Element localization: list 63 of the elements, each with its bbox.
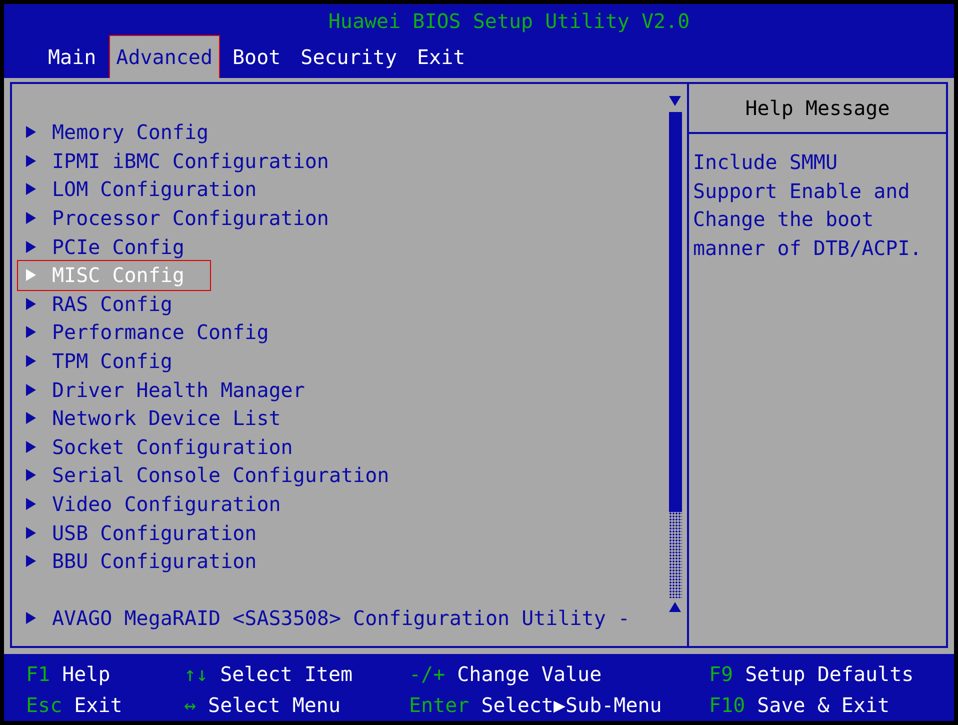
submenu-triangle-icon: [26, 440, 36, 453]
submenu-triangle-icon: [26, 154, 36, 167]
menu-item[interactable]: BBU Configuration: [22, 546, 283, 576]
menu-item[interactable]: LOM Configuration: [22, 175, 283, 204]
menu-tab[interactable]: Security: [294, 36, 403, 78]
help-text: Change the boot: [693, 206, 875, 234]
menu-item[interactable]: Processor Configuration: [22, 204, 355, 232]
key-label: Enter: [409, 692, 470, 718]
key-action: Change Value: [457, 661, 602, 688]
scrollbar[interactable]: [668, 112, 682, 598]
submenu-triangle-icon: [26, 240, 36, 253]
help-text: Include SMMU: [693, 149, 838, 176]
menu-item[interactable]: PCIe Config: [22, 232, 210, 261]
menu-tab[interactable]: Advanced: [110, 36, 218, 78]
key-label: ↔: [184, 692, 196, 718]
key-label: F10: [709, 692, 746, 718]
menu-item[interactable]: Socket Configuration: [22, 432, 319, 462]
submenu-triangle-icon: [26, 412, 36, 424]
submenu-triangle-icon: [26, 612, 36, 624]
help-text: manner of DTB/ACPI.: [693, 234, 923, 262]
menu-item[interactable]: Driver Health Manager: [22, 375, 331, 404]
menu-tab[interactable]: Boot: [226, 36, 287, 78]
menu-tab[interactable]: Main: [42, 36, 102, 78]
submenu-triangle-icon: [26, 555, 36, 568]
menu-tab[interactable]: Exit: [411, 36, 472, 78]
key-action: Select Menu: [208, 692, 340, 718]
key-label: F9: [709, 661, 734, 688]
submenu-triangle-icon: [26, 183, 36, 196]
submenu-triangle-icon: [26, 355, 36, 368]
key-action: Save & Exit: [757, 692, 890, 718]
submenu-triangle-icon: [26, 384, 36, 396]
key-action: Help: [62, 661, 110, 688]
submenu-triangle-icon: [26, 469, 36, 482]
scroll-up-icon[interactable]: [669, 602, 681, 612]
menu-item[interactable]: AVAGO MegaRAID <SAS3508> Configuration Utility -: [22, 604, 656, 632]
submenu-triangle-icon: [26, 526, 36, 539]
key-label: -/+: [409, 661, 446, 688]
key-action: Select Item: [220, 661, 353, 688]
submenu-triangle-icon: [26, 269, 36, 282]
menu-item[interactable]: Performance Config: [22, 318, 295, 347]
scroll-down-icon[interactable]: [669, 96, 681, 106]
window-title: Huawei BIOS Setup Utility V2.0: [328, 8, 690, 34]
submenu-triangle-icon: [26, 126, 36, 138]
key-label: Esc: [26, 692, 62, 718]
key-action: Exit: [74, 692, 122, 718]
submenu-triangle-icon: [26, 498, 36, 510]
menu-item[interactable]: Video Configuration: [22, 490, 307, 518]
key-action: Setup Defaults: [745, 661, 914, 688]
menu-item[interactable]: Serial Console Configuration: [22, 461, 416, 490]
menu-item[interactable]: USB Configuration: [22, 518, 283, 547]
menu-item[interactable]: IPMI iBMC Configuration: [22, 146, 355, 176]
menu-item[interactable]: RAS Config: [22, 290, 198, 318]
submenu-triangle-icon: [26, 212, 36, 224]
submenu-triangle-icon: [26, 298, 36, 310]
menu-item[interactable]: Memory Config: [22, 118, 235, 147]
help-title: Help Message: [745, 95, 890, 122]
submenu-triangle-icon: [26, 326, 36, 338]
help-text: Support Enable and: [693, 178, 911, 205]
key-label: F1: [26, 661, 50, 688]
menu-item[interactable]: TPM Config: [22, 346, 198, 376]
menu-item[interactable]: Network Device List: [22, 404, 307, 433]
key-action: Select▶Sub-Menu: [481, 692, 662, 718]
key-label: ↑↓: [184, 661, 208, 688]
